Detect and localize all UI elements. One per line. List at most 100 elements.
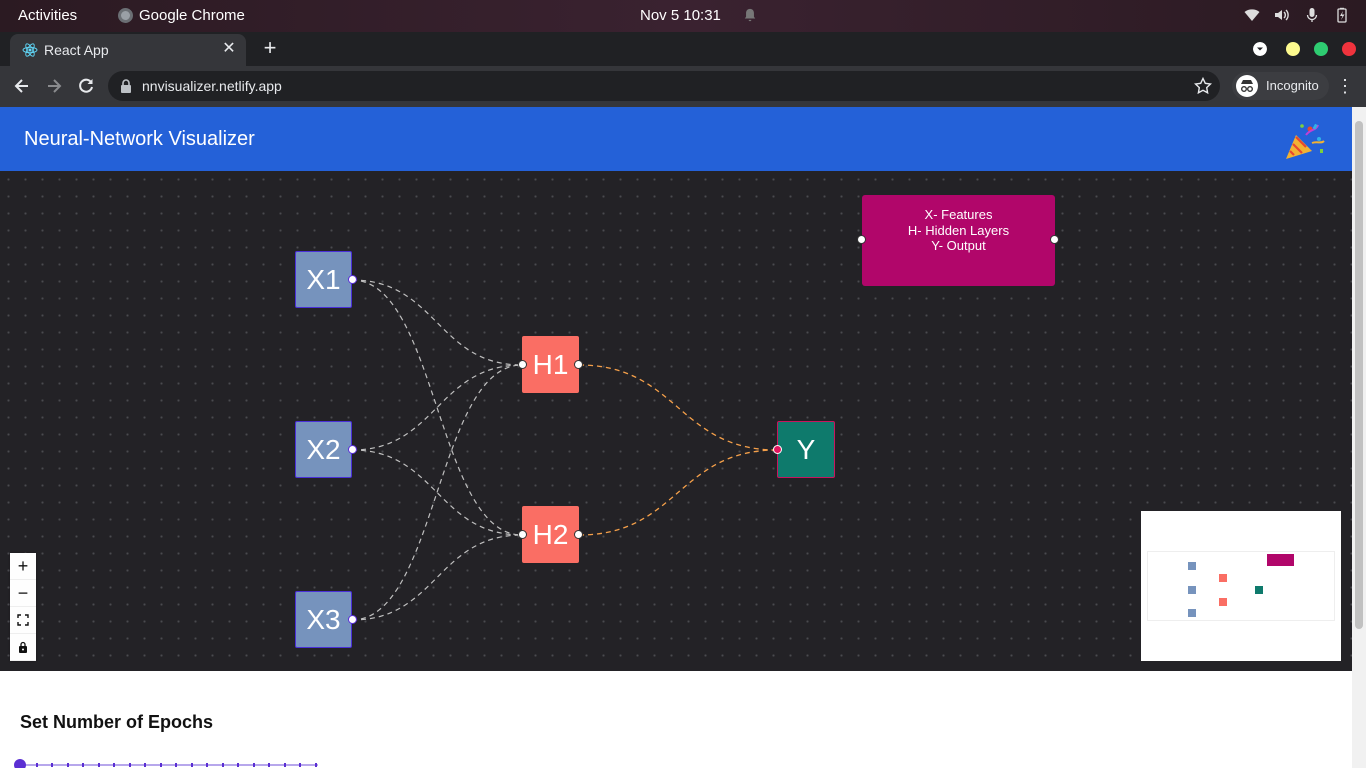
tab-strip: React App ✕ <box>0 32 1366 66</box>
tab-title: React App <box>44 42 109 58</box>
party-popper-icon <box>1286 123 1325 159</box>
fit-view-icon <box>17 614 29 626</box>
node-x2-source-handle[interactable] <box>348 445 357 454</box>
node-x3-label: X3 <box>306 603 341 635</box>
flow-canvas[interactable]: X1 X2 X3 H1 H2 Y X- Features H- Hidden L… <box>0 171 1352 671</box>
app-menu[interactable]: Google Chrome <box>118 7 245 24</box>
maximize-window-button[interactable] <box>1314 42 1328 56</box>
system-tray[interactable] <box>1244 7 1350 23</box>
edge-x3-h2 <box>351 534 523 621</box>
node-x2[interactable]: X2 <box>295 421 357 478</box>
chrome-icon <box>118 8 133 23</box>
battery-icon <box>1337 7 1347 23</box>
tab-react-app[interactable]: React App ✕ <box>10 34 246 66</box>
node-y-target-handle[interactable] <box>773 445 782 454</box>
wifi-icon <box>1244 9 1260 21</box>
lock-interactivity-button[interactable] <box>10 634 36 661</box>
minimize-window-icon[interactable] <box>1253 42 1267 56</box>
minimap-node-y <box>1255 586 1263 594</box>
forward-icon[interactable] <box>44 76 64 96</box>
url-text[interactable]: nnvisualizer.netlify.app <box>142 78 282 94</box>
node-x3[interactable]: X3 <box>295 591 357 648</box>
lock-icon <box>19 641 27 653</box>
legend-left-handle[interactable] <box>857 235 866 244</box>
edge-x1-h1 <box>351 279 523 366</box>
node-y-label: Y <box>796 433 816 465</box>
legend-right-handle[interactable] <box>1050 235 1059 244</box>
volume-icon <box>1275 9 1289 21</box>
node-h2-source-handle[interactable] <box>574 530 583 539</box>
slider-tick <box>97 763 100 767</box>
new-tab-button[interactable]: + <box>258 36 282 60</box>
page-scrollbar-thumb[interactable] <box>1355 121 1363 629</box>
legend-line-features: X- Features <box>924 207 993 222</box>
node-y[interactable]: Y <box>773 421 835 478</box>
microphone-icon <box>1306 8 1318 22</box>
node-h1-source-handle[interactable] <box>574 360 583 369</box>
node-h1-target-handle[interactable] <box>518 360 527 369</box>
back-icon[interactable] <box>12 76 32 96</box>
minimap-node-h2 <box>1219 598 1227 606</box>
slider-tick <box>252 763 255 767</box>
node-x1[interactable]: X1 <box>295 251 357 308</box>
minimap-viewport[interactable] <box>1147 551 1335 621</box>
canvas-controls: + − <box>10 553 36 661</box>
slider-tick <box>237 763 239 767</box>
slider-tick <box>221 763 224 767</box>
node-x2-label: X2 <box>306 433 341 465</box>
node-h2-target-handle[interactable] <box>518 530 527 539</box>
slider-tick <box>206 763 208 767</box>
close-window-button[interactable] <box>1342 42 1356 56</box>
minimap-node-x1 <box>1188 562 1196 570</box>
app-title: Neural-Network Visualizer <box>24 128 255 150</box>
minimap-node-legend <box>1267 554 1294 566</box>
activities-button[interactable]: Activities <box>18 7 77 24</box>
node-x1-source-handle[interactable] <box>348 275 357 284</box>
app-header: Neural-Network Visualizer <box>0 107 1352 171</box>
epochs-slider-thumb[interactable] <box>14 759 26 768</box>
slider-tick <box>314 763 317 767</box>
epochs-slider[interactable] <box>14 759 318 768</box>
zoom-out-button[interactable]: − <box>10 580 36 607</box>
node-x1-label: X1 <box>306 263 341 295</box>
node-h2-label: H2 <box>532 518 569 550</box>
slider-tick <box>51 763 53 767</box>
slider-tick <box>268 763 270 767</box>
page-scrollbar[interactable] <box>1352 107 1366 768</box>
legend-line-output: Y- Output <box>931 238 986 253</box>
bell-icon <box>744 8 756 22</box>
fit-view-button[interactable] <box>10 607 36 634</box>
edge-h1-y <box>578 364 778 451</box>
reload-icon[interactable] <box>76 76 96 96</box>
node-h2[interactable]: H2 <box>518 506 583 563</box>
bookmark-star-icon[interactable] <box>1194 77 1212 95</box>
clock[interactable]: Nov 5 10:31 <box>640 7 721 24</box>
window-yellow-button[interactable] <box>1286 42 1300 56</box>
legend-node[interactable]: X- Features H- Hidden Layers Y- Output <box>857 195 1059 286</box>
minimap-node-x3 <box>1188 609 1196 617</box>
lock-icon[interactable] <box>120 79 132 93</box>
app-name: Google Chrome <box>139 7 245 24</box>
react-icon <box>22 43 38 57</box>
slider-tick <box>113 763 115 767</box>
address-bar[interactable]: nnvisualizer.netlify.app <box>108 71 1220 101</box>
minimap[interactable] <box>1141 511 1341 661</box>
epochs-slider-track[interactable] <box>20 764 318 766</box>
slider-tick <box>159 763 162 767</box>
legend-line-hidden-layers: H- Hidden Layers <box>907 222 1010 238</box>
browser-menu-icon[interactable]: ⋮ <box>1336 76 1354 96</box>
node-h1[interactable]: H1 <box>518 336 583 393</box>
slider-tick <box>144 763 146 767</box>
edge-x3-h1 <box>351 364 523 621</box>
close-tab-icon[interactable]: ✕ <box>220 40 238 58</box>
zoom-in-button[interactable]: + <box>10 553 36 580</box>
edge-x2-h1 <box>351 364 523 451</box>
incognito-badge[interactable]: Incognito <box>1232 72 1329 100</box>
incognito-label: Incognito <box>1266 78 1319 93</box>
slider-tick <box>82 763 84 767</box>
node-x3-source-handle[interactable] <box>348 615 357 624</box>
slider-tick <box>283 763 286 767</box>
node-h1-label: H1 <box>532 348 569 380</box>
incognito-icon <box>1236 75 1258 97</box>
edge-h2-y <box>578 449 778 536</box>
